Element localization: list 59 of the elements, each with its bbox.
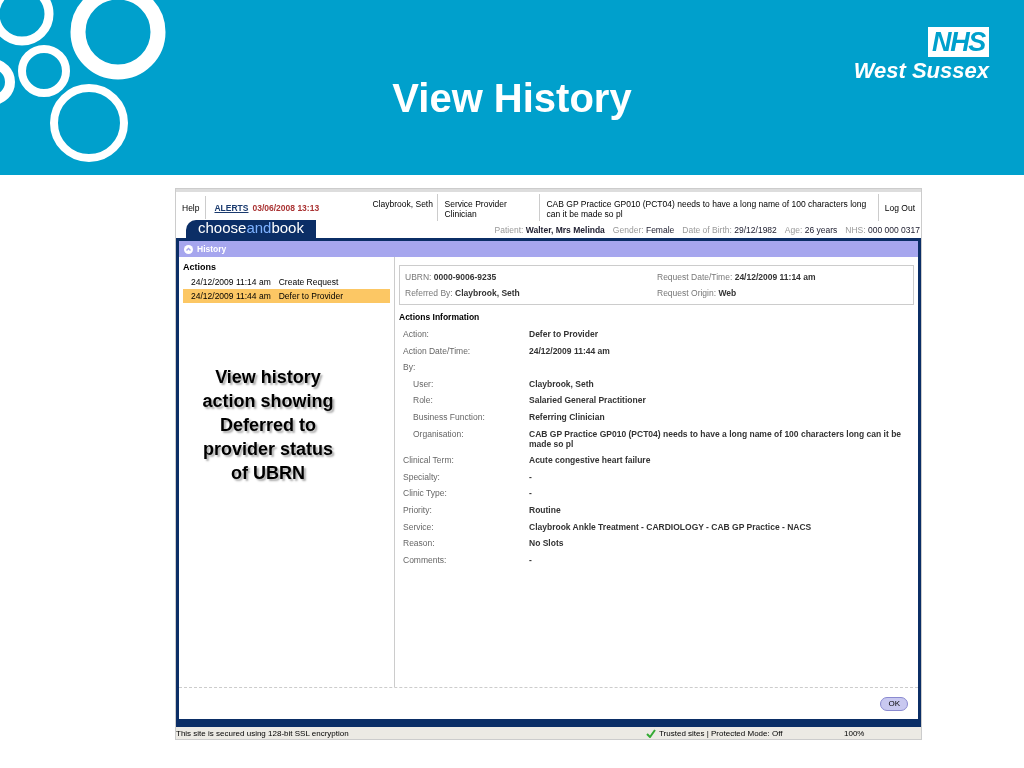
- annotation-text: View history action showing Deferred to provider status of UBRN: [201, 366, 335, 485]
- field-value: Defer to Provider: [529, 329, 598, 339]
- field-label: Specialty:: [403, 471, 441, 482]
- patient-info: Age: 26 years: [784, 225, 838, 235]
- field-value: -: [529, 554, 532, 565]
- field-value: Claybrook, Seth: [529, 378, 594, 389]
- field-label: Organisation:: [412, 428, 465, 441]
- field-label: Role:: [412, 395, 434, 406]
- user-organisation: CAB GP Practice GP010 (PCT04) needs to have a long name of 100 characters long can it be made so pl: [546, 199, 868, 219]
- check-icon: [646, 728, 656, 738]
- alerts-link[interactable]: ALERTS: [214, 202, 249, 213]
- patient-info: Patient: Walter, Mrs Melinda: [494, 225, 605, 235]
- panel-title: History: [197, 244, 227, 254]
- collapse-icon[interactable]: [184, 244, 193, 254]
- field-value: -: [529, 488, 532, 499]
- brand-logo: chooseandbook: [186, 220, 316, 238]
- field-label: Clinical Term:: [403, 455, 455, 466]
- field-label: Action:: [403, 329, 430, 339]
- logout-link[interactable]: Log Out: [884, 202, 915, 213]
- field-value: Referring Clinician: [529, 411, 605, 422]
- field-value: -: [529, 471, 532, 482]
- field-label: Priority:: [403, 504, 433, 515]
- slide-title: View History: [392, 74, 632, 122]
- summary-field: Request Date/Time: 24/12/2009 11:14 am: [657, 272, 908, 282]
- summary-field: Referred By: Claybrook, Seth: [405, 288, 657, 298]
- field-label: Service:: [403, 521, 435, 532]
- field-value: CAB GP Practice GP010 (PCT04) needs to have a long name of 100 characters long can it be made so pl: [529, 428, 903, 449]
- zone-text: Trusted sites | Protected Mode: Off: [659, 728, 784, 738]
- field-label: Business Function:: [412, 411, 486, 422]
- field-label: Action Date/Time:: [403, 345, 472, 356]
- field-label: Comments:: [403, 554, 448, 565]
- field-value: Acute congestive heart failure: [529, 455, 651, 466]
- field-value: No Slots: [529, 538, 564, 549]
- ok-button[interactable]: OK: [880, 696, 908, 711]
- action-row[interactable]: 24/12/2009 11:44 am Defer to Provider: [183, 289, 390, 303]
- summary-field: UBRN: 0000-9006-9235: [405, 272, 657, 282]
- section-title: Actions Information: [399, 312, 481, 322]
- zoom-level[interactable]: 100%: [844, 728, 865, 738]
- user-role: Service Provider Clinician: [444, 199, 508, 219]
- field-label: User:: [412, 378, 435, 389]
- logo-text: West Sussex: [853, 57, 989, 85]
- help-link[interactable]: Help: [182, 202, 200, 213]
- patient-info: Date of Birth: 29/12/1982: [682, 225, 777, 235]
- action-row[interactable]: 24/12/2009 11:14 am Create Request: [183, 275, 390, 289]
- actions-heading: Actions: [183, 262, 217, 272]
- user-name: Claybrook, Seth: [372, 199, 433, 209]
- field-value: 24/12/2009 11:44 am: [529, 345, 610, 356]
- alerts-time: 03/06/2008 13:13: [252, 202, 320, 213]
- patient-info: NHS: 000 000 0317: [845, 225, 920, 235]
- field-value: Salaried General Practitioner: [529, 395, 646, 406]
- logo-badge: NHS: [928, 27, 989, 57]
- status-text: This site is secured using 128-bit SSL encryption: [176, 728, 350, 738]
- field-label: By:: [403, 362, 417, 373]
- field-label: Reason:: [403, 538, 436, 549]
- field-value: Claybrook Ankle Treatment - CARDIOLOGY - CAB GP Practice - NACS: [529, 521, 812, 532]
- summary-field: Request Origin: Web: [657, 288, 908, 298]
- field-value: Routine: [529, 504, 561, 515]
- patient-info: Gender: Female: [612, 225, 675, 235]
- field-label: Clinic Type:: [403, 488, 448, 499]
